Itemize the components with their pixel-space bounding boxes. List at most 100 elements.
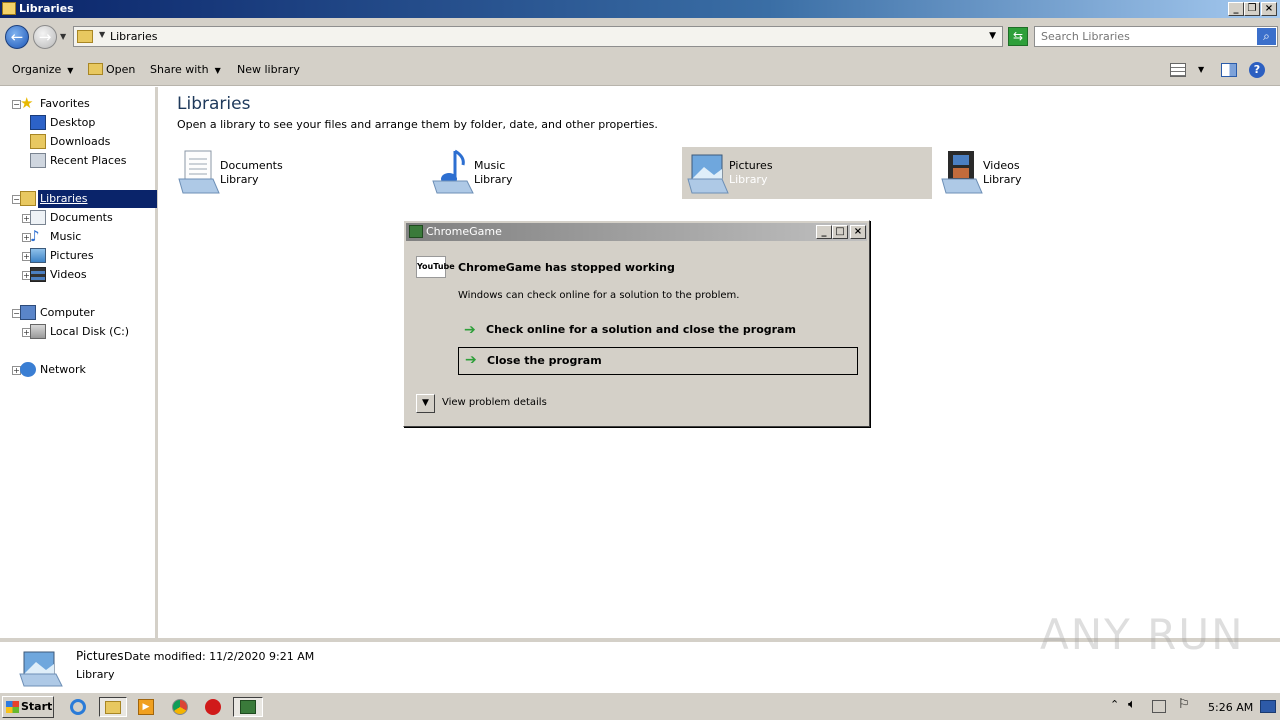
explorer-taskbar-button[interactable]	[99, 697, 127, 717]
documents-library-icon	[178, 150, 220, 194]
library-name: Pictures	[729, 159, 773, 172]
nav-network[interactable]: + Network	[12, 361, 86, 379]
nav-music[interactable]: + ♪ Music	[22, 228, 82, 246]
nav-pictures-label: Pictures	[50, 249, 94, 262]
open-button[interactable]: Open	[88, 63, 135, 76]
videos-library-icon	[941, 151, 983, 194]
close-program-option[interactable]: ➔ Close the program	[458, 347, 858, 375]
back-button[interactable]: ←	[5, 25, 29, 49]
view-details-toggle[interactable]: ▼ View problem details	[416, 394, 616, 414]
view-options-dropdown[interactable]: ▼	[1198, 65, 1204, 74]
internet-explorer-icon[interactable]	[68, 697, 90, 717]
library-videos[interactable]: Videos Library	[936, 147, 1186, 199]
address-dropdown-icon[interactable]: ▼	[989, 31, 996, 41]
page-subtitle: Open a library to see your files and arr…	[177, 118, 658, 131]
close-button[interactable]: ×	[1261, 2, 1277, 16]
recent-pages-dropdown[interactable]: ▼	[60, 32, 66, 41]
change-view-icon[interactable]	[1170, 63, 1186, 77]
nav-videos[interactable]: + Videos	[22, 266, 87, 284]
breadcrumb-libraries[interactable]: Libraries	[110, 30, 158, 43]
nav-libraries[interactable]: − Libraries	[12, 190, 157, 208]
network-icon	[20, 362, 36, 377]
youtube-icon: YouTube	[416, 256, 455, 278]
library-type: Library	[474, 173, 513, 186]
music-icon: ♪	[30, 227, 40, 245]
nav-music-label: Music	[50, 230, 82, 243]
chrome-icon[interactable]	[170, 697, 192, 717]
nav-favorites[interactable]: − ★ Favorites	[12, 95, 90, 113]
share-with-button[interactable]: Share with ▼	[150, 63, 221, 76]
open-label: Open	[106, 63, 136, 76]
organize-button[interactable]: Organize ▼	[12, 63, 73, 76]
chromegame-taskbar-button[interactable]	[233, 697, 263, 717]
breadcrumb-separator-icon[interactable]: ▼	[99, 30, 105, 39]
library-music[interactable]: Music Library	[427, 147, 677, 199]
local-disk-icon	[30, 324, 46, 339]
media-player-icon[interactable]: ▶	[136, 697, 158, 717]
library-name: Videos	[983, 159, 1020, 172]
show-desktop-icon[interactable]	[1260, 700, 1276, 713]
action-center-flag-icon[interactable]: ⚐	[1178, 697, 1190, 712]
show-hidden-icons-icon[interactable]: ⌃	[1110, 698, 1119, 711]
youtube-icon-text: YouTube	[417, 262, 455, 271]
nav-downloads[interactable]: Downloads	[30, 133, 111, 151]
nav-documents[interactable]: + Documents	[22, 209, 113, 227]
nav-computer-label: Computer	[40, 306, 95, 319]
start-button[interactable]: Start	[2, 696, 54, 718]
library-name: Documents	[220, 159, 283, 172]
window-titlebar: Libraries _ ❐ ×	[0, 0, 1280, 18]
help-icon[interactable]: ?	[1249, 62, 1265, 78]
chevron-down-icon[interactable]: ▼	[416, 394, 435, 413]
documents-icon	[30, 210, 46, 225]
organize-label: Organize	[12, 63, 62, 76]
check-online-label: Check online for a solution and close th…	[486, 323, 796, 336]
search-icon[interactable]: ⌕	[1257, 28, 1276, 45]
libraries-icon	[20, 191, 36, 206]
pictures-library-icon	[19, 651, 63, 687]
clock: 5:26 AM	[1208, 701, 1254, 714]
network-status-icon[interactable]	[1152, 700, 1166, 713]
search-input[interactable]	[1035, 27, 1250, 46]
forward-button[interactable]: →	[33, 25, 57, 49]
dialog-maximize-button[interactable]: □	[832, 225, 848, 239]
preview-pane-icon[interactable]	[1221, 63, 1237, 77]
page-title: Libraries	[177, 94, 251, 114]
chevron-down-icon: ▼	[214, 66, 221, 75]
address-bar[interactable]: ▼ Libraries ▼	[73, 26, 1003, 47]
new-library-button[interactable]: New library	[237, 63, 300, 76]
refresh-button[interactable]: ⇆	[1008, 27, 1028, 46]
downloads-icon	[30, 134, 46, 149]
check-online-option[interactable]: ➔ Check online for a solution and close …	[458, 318, 858, 343]
nav-downloads-label: Downloads	[50, 135, 111, 148]
libraries-icon	[77, 30, 93, 43]
chevron-down-icon: ▼	[67, 66, 74, 75]
desktop-icon	[30, 115, 46, 130]
library-documents[interactable]: Documents Library	[173, 147, 423, 199]
nav-documents-label: Documents	[50, 211, 113, 224]
restore-button[interactable]: ❐	[1244, 2, 1260, 16]
volume-icon[interactable]: 🔈︎	[1128, 697, 1136, 712]
nav-local-disk[interactable]: + Local Disk (C:)	[22, 323, 129, 341]
nav-pictures[interactable]: + Pictures	[22, 247, 94, 265]
nav-favorites-label: Favorites	[40, 97, 90, 110]
nav-libraries-label: Libraries	[40, 192, 88, 205]
address-row: ← → ▼ ▼ Libraries ▼ ⇆ ⌕	[0, 18, 1280, 54]
minimize-button[interactable]: _	[1228, 2, 1244, 16]
dialog-close-button[interactable]: ×	[850, 225, 866, 239]
error-dialog: ChromeGame _ □ × YouTube ChromeGame has …	[403, 220, 870, 427]
opera-icon[interactable]	[203, 697, 225, 717]
dialog-minimize-button[interactable]: _	[816, 225, 832, 239]
chromegame-app-icon	[409, 225, 423, 238]
library-pictures[interactable]: Pictures Library	[682, 147, 932, 199]
dialog-heading: ChromeGame has stopped working	[458, 261, 675, 274]
details-type: Library	[76, 668, 115, 681]
window-title: Libraries	[19, 2, 74, 15]
nav-videos-label: Videos	[50, 268, 87, 281]
pictures-icon	[30, 248, 46, 263]
library-name: Music	[474, 159, 506, 172]
nav-computer[interactable]: − Computer	[12, 304, 95, 322]
nav-recent-places[interactable]: Recent Places	[30, 152, 127, 170]
dialog-title: ChromeGame	[426, 225, 502, 238]
nav-desktop[interactable]: Desktop	[30, 114, 95, 132]
search-box[interactable]: ⌕	[1034, 26, 1278, 47]
